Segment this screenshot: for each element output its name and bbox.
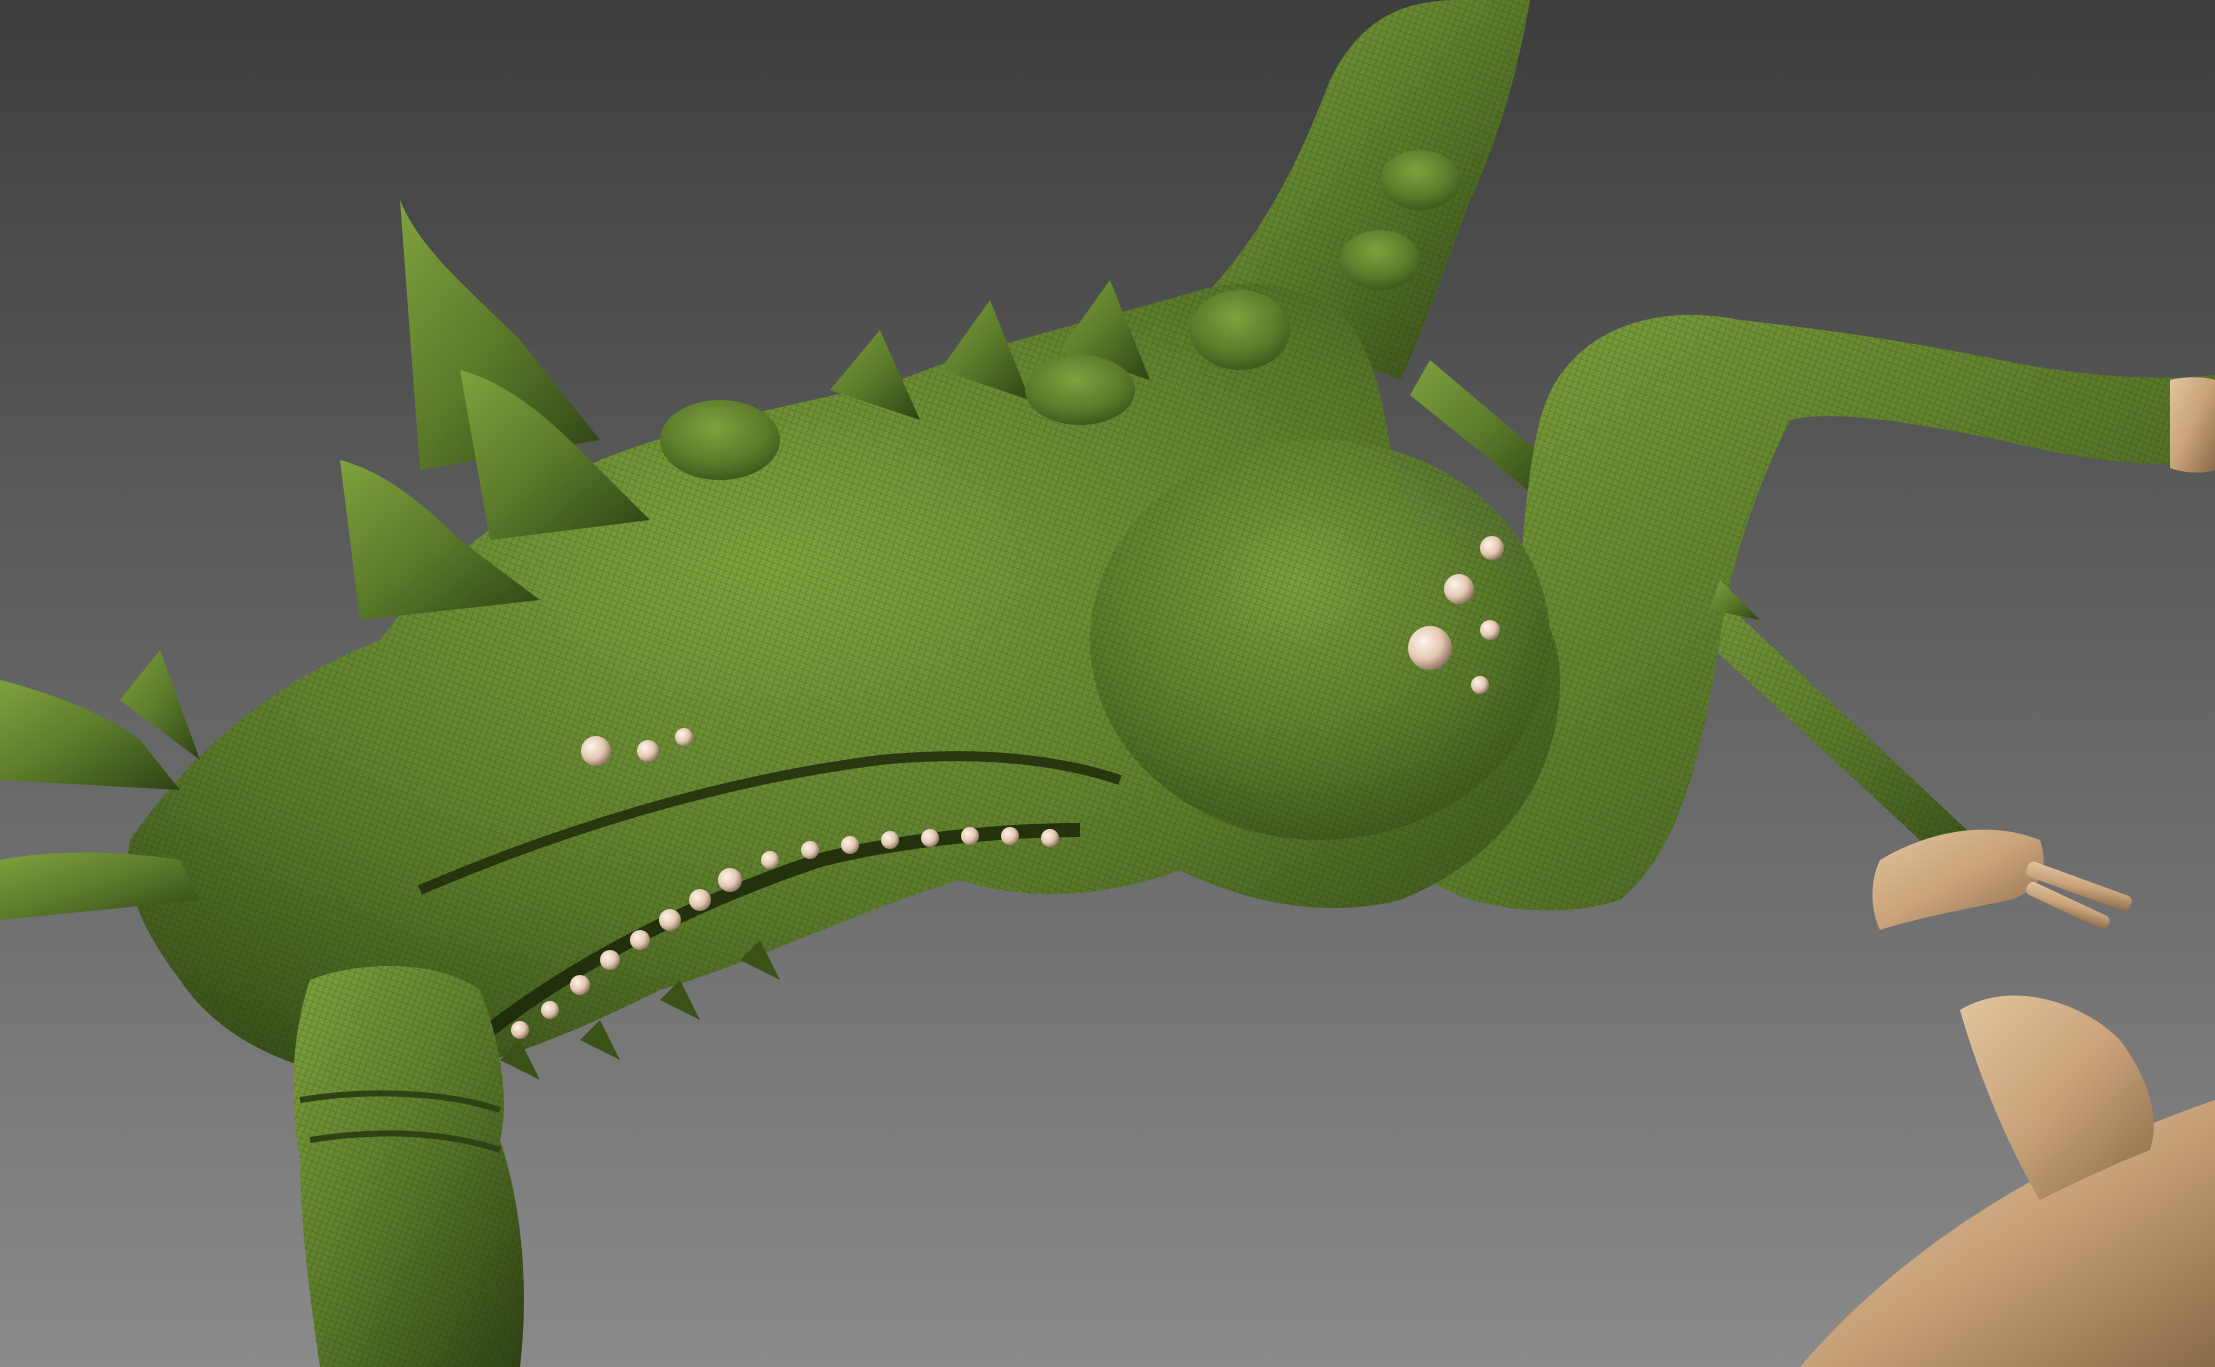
wrist-cuff (2170, 377, 2215, 473)
3d-viewport[interactable] (0, 0, 2215, 1367)
front-left-leg (293, 966, 524, 1367)
sculpt-render (0, 0, 2215, 1367)
